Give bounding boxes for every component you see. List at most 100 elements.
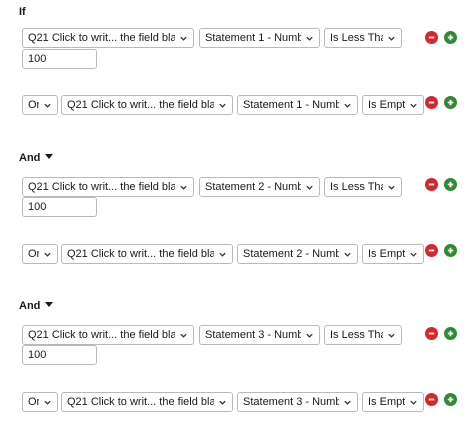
operator-dropdown[interactable]: Is Empty — [362, 244, 424, 264]
operator-dropdown[interactable]: Is Less Than — [324, 28, 402, 48]
add-condition-button[interactable] — [444, 393, 457, 406]
operator-dropdown-label: Is Less Than — [330, 329, 383, 341]
add-condition-button[interactable] — [444, 31, 457, 44]
plus-icon — [447, 34, 454, 41]
question-dropdown[interactable]: Q21 Click to writ... the field blank. — [61, 392, 233, 412]
statement-dropdown-label: Statement 1 - Number — [205, 32, 301, 44]
caret-down-icon — [45, 302, 54, 307]
operator-dropdown-label: Is Empty — [368, 248, 405, 260]
statement-dropdown[interactable]: Statement 2 - Number — [237, 244, 358, 264]
question-dropdown[interactable]: Q21 Click to writ... the field blank. — [22, 177, 194, 197]
chevron-down-icon — [410, 400, 417, 405]
chevron-down-icon — [44, 103, 51, 108]
chevron-down-icon — [306, 185, 313, 190]
plus-icon — [447, 181, 454, 188]
question-dropdown-label: Q21 Click to writ... the field blank. — [28, 32, 175, 44]
operator-dropdown-label: Is Less Than — [330, 181, 383, 193]
remove-condition-button[interactable] — [425, 96, 438, 109]
operator-dropdown[interactable]: Is Less Than — [324, 325, 402, 345]
operator-dropdown-label: Is Empty — [368, 396, 405, 408]
chevron-down-icon — [388, 333, 395, 338]
minus-icon — [428, 398, 435, 401]
chevron-down-icon — [306, 333, 313, 338]
operator-dropdown-label: Is Empty — [368, 99, 405, 111]
and-label: And — [19, 152, 41, 164]
operator-dropdown[interactable]: Is Empty — [362, 392, 424, 412]
value-input-text: 100 — [28, 53, 47, 65]
statement-dropdown[interactable]: Statement 3 - Number — [199, 325, 320, 345]
and-label: And — [19, 300, 41, 312]
conjunction-dropdown[interactable]: Or — [22, 95, 58, 115]
statement-dropdown-label: Statement 3 - Number — [205, 329, 301, 341]
question-dropdown-label: Q21 Click to writ... the field blank. — [67, 248, 214, 260]
chevron-down-icon — [219, 252, 226, 257]
value-input[interactable]: 100 — [22, 49, 97, 69]
statement-dropdown[interactable]: Statement 2 - Number — [199, 177, 320, 197]
question-dropdown-label: Q21 Click to writ... the field blank. — [28, 329, 175, 341]
chevron-down-icon — [410, 252, 417, 257]
statement-dropdown[interactable]: Statement 1 - Number — [237, 95, 358, 115]
chevron-down-icon — [388, 36, 395, 41]
chevron-down-icon — [219, 400, 226, 405]
question-dropdown[interactable]: Q21 Click to writ... the field blank. — [61, 244, 233, 264]
conjunction-dropdown-label: Or — [28, 396, 39, 408]
question-dropdown[interactable]: Q21 Click to writ... the field blank. — [61, 95, 233, 115]
operator-dropdown[interactable]: Is Empty — [362, 95, 424, 115]
plus-icon — [447, 330, 454, 337]
statement-dropdown-label: Statement 1 - Number — [243, 99, 339, 111]
chevron-down-icon — [180, 185, 187, 190]
plus-icon — [447, 99, 454, 106]
and-conjunction-toggle[interactable]: And — [19, 151, 54, 165]
conjunction-dropdown[interactable]: Or — [22, 244, 58, 264]
plus-icon — [447, 247, 454, 254]
operator-dropdown[interactable]: Is Less Than — [324, 177, 402, 197]
remove-condition-button[interactable] — [425, 327, 438, 340]
add-condition-button[interactable] — [444, 244, 457, 257]
chevron-down-icon — [344, 400, 351, 405]
caret-down-icon — [45, 154, 54, 159]
value-input-text: 100 — [28, 201, 47, 213]
remove-condition-button[interactable] — [425, 31, 438, 44]
chevron-down-icon — [180, 333, 187, 338]
plus-icon — [447, 396, 454, 403]
minus-icon — [428, 249, 435, 252]
value-input[interactable]: 100 — [22, 345, 97, 365]
chevron-down-icon — [344, 252, 351, 257]
statement-dropdown-label: Statement 2 - Number — [243, 248, 339, 260]
statement-dropdown[interactable]: Statement 3 - Number — [237, 392, 358, 412]
chevron-down-icon — [306, 36, 313, 41]
minus-icon — [428, 332, 435, 335]
chevron-down-icon — [388, 185, 395, 190]
conjunction-dropdown-label: Or — [28, 99, 39, 111]
statement-dropdown-label: Statement 3 - Number — [243, 396, 339, 408]
minus-icon — [428, 101, 435, 104]
remove-condition-button[interactable] — [425, 178, 438, 191]
chevron-down-icon — [44, 252, 51, 257]
question-dropdown[interactable]: Q21 Click to writ... the field blank. — [22, 28, 194, 48]
remove-condition-button[interactable] — [425, 244, 438, 257]
question-dropdown-label: Q21 Click to writ... the field blank. — [67, 396, 214, 408]
and-conjunction-toggle[interactable]: And — [19, 299, 54, 313]
minus-icon — [428, 36, 435, 39]
add-condition-button[interactable] — [444, 327, 457, 340]
statement-dropdown-label: Statement 2 - Number — [205, 181, 301, 193]
chevron-down-icon — [344, 103, 351, 108]
question-dropdown[interactable]: Q21 Click to writ... the field blank. — [22, 325, 194, 345]
add-condition-button[interactable] — [444, 178, 457, 191]
statement-dropdown[interactable]: Statement 1 - Number — [199, 28, 320, 48]
question-dropdown-label: Q21 Click to writ... the field blank. — [67, 99, 214, 111]
chevron-down-icon — [410, 103, 417, 108]
add-condition-button[interactable] — [444, 96, 457, 109]
value-input-text: 100 — [28, 349, 47, 361]
chevron-down-icon — [44, 400, 51, 405]
remove-condition-button[interactable] — [425, 393, 438, 406]
question-dropdown-label: Q21 Click to writ... the field blank. — [28, 181, 175, 193]
value-input[interactable]: 100 — [22, 197, 97, 217]
conjunction-dropdown[interactable]: Or — [22, 392, 58, 412]
chevron-down-icon — [219, 103, 226, 108]
chevron-down-icon — [180, 36, 187, 41]
conjunction-dropdown-label: Or — [28, 248, 39, 260]
operator-dropdown-label: Is Less Than — [330, 32, 383, 44]
minus-icon — [428, 183, 435, 186]
if-label: If — [19, 6, 26, 18]
